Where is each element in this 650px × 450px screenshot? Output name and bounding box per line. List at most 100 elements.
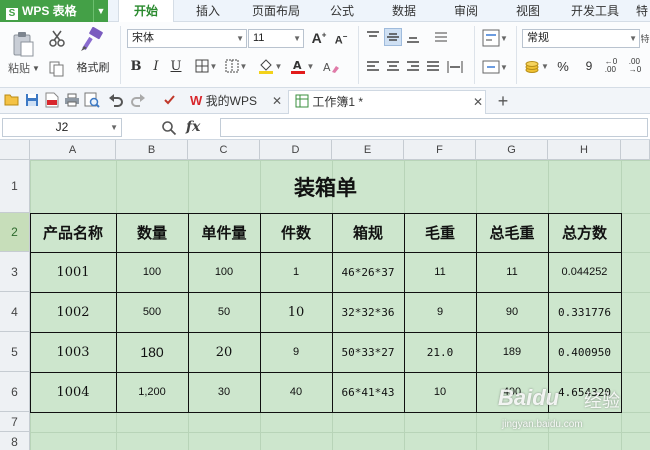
distribute-button[interactable]	[444, 58, 466, 76]
data-cell[interactable]: 1001	[30, 252, 116, 292]
data-cell[interactable]: 9	[260, 332, 332, 372]
cut-button[interactable]	[46, 28, 68, 50]
font-name-select[interactable]: 宋体 ▼	[127, 29, 247, 48]
undo-button[interactable]	[108, 93, 124, 109]
italic-button[interactable]: I	[147, 56, 165, 76]
number-format-select[interactable]: 常规 ▼	[522, 29, 640, 48]
align-center-button[interactable]	[384, 58, 402, 76]
data-cell[interactable]: 10	[404, 372, 476, 412]
ribbon-overflow[interactable]: 特	[640, 28, 650, 48]
header-cell[interactable]: 毛重	[404, 213, 476, 252]
data-cell[interactable]: 0.331776	[548, 292, 621, 332]
new-tab-button[interactable]: +	[494, 91, 512, 111]
row-header-7[interactable]: 7	[0, 412, 30, 432]
chevron-down-icon[interactable]: ▼	[93, 0, 108, 22]
header-cell[interactable]: 数量	[116, 213, 188, 252]
data-cell[interactable]: 11	[404, 252, 476, 292]
row-header-4[interactable]: 4	[0, 292, 30, 332]
data-cell[interactable]: 1,200	[116, 372, 188, 412]
currency-button[interactable]: ▼	[522, 56, 552, 76]
header-cell[interactable]: 总方数	[548, 213, 621, 252]
doc-tab-my-wps[interactable]: W 我的WPS ✕	[184, 90, 288, 114]
spreadsheet-grid[interactable]: A B C D E F G H 1 2 3 4 5 6 7 8 装箱单 产品名称 数量 单件量 件数 箱规 毛重 总毛重 总方数…	[0, 140, 650, 450]
data-cell[interactable]: 66*41*43	[332, 372, 404, 412]
data-cell[interactable]: 4.654320	[548, 372, 621, 412]
data-cell[interactable]: 500	[116, 292, 188, 332]
insert-function-button[interactable]: fx	[186, 119, 200, 135]
align-right-button[interactable]	[404, 58, 422, 76]
tab-data[interactable]: 数据	[380, 0, 428, 22]
data-cell[interactable]: 100	[188, 252, 260, 292]
header-cell[interactable]: 件数	[260, 213, 332, 252]
print-button[interactable]	[64, 93, 80, 109]
data-cell[interactable]: 30	[188, 372, 260, 412]
thousands-separator-button[interactable]: 9	[580, 56, 598, 76]
save-button[interactable]	[24, 93, 40, 109]
column-header-f[interactable]: F	[404, 140, 476, 160]
wrap-text-button[interactable]: ▼	[480, 26, 510, 50]
data-cell[interactable]: 100	[116, 252, 188, 292]
data-cell[interactable]: 1	[260, 252, 332, 292]
data-cell[interactable]: 0.400950	[548, 332, 621, 372]
data-cell[interactable]: 11	[476, 252, 548, 292]
export-pdf-button[interactable]	[44, 92, 60, 109]
decrease-decimal-button[interactable]: .00 →0	[624, 56, 646, 76]
data-cell[interactable]: 20	[188, 332, 260, 372]
doc-tab-workbook[interactable]: 工作簿1 * ✕	[288, 90, 486, 114]
data-cell[interactable]: 400	[476, 372, 548, 412]
align-bottom-button[interactable]	[404, 28, 422, 46]
bold-button[interactable]: B	[127, 56, 145, 76]
paste-button[interactable]	[6, 28, 40, 60]
data-cell[interactable]: 40	[260, 372, 332, 412]
increase-decimal-button[interactable]: ←0.00	[600, 56, 622, 76]
formula-input[interactable]	[220, 118, 648, 137]
percent-button[interactable]: %	[554, 56, 572, 76]
tab-formulas[interactable]: 公式	[320, 0, 364, 22]
header-cell[interactable]: 总毛重	[476, 213, 548, 252]
data-cell[interactable]: 46*26*37	[332, 252, 404, 292]
data-cell[interactable]: 1004	[30, 372, 116, 412]
copy-button[interactable]	[46, 58, 68, 80]
data-cell[interactable]: 1003	[30, 332, 116, 372]
tab-insert[interactable]: 插入	[182, 0, 234, 22]
borders-button[interactable]: ▼	[192, 56, 220, 76]
sheet-title-cell[interactable]: 装箱单	[30, 160, 621, 213]
column-header-d[interactable]: D	[260, 140, 332, 160]
column-header-g[interactable]: G	[476, 140, 548, 160]
orientation-button[interactable]	[432, 28, 450, 46]
row-header-1[interactable]: 1	[0, 160, 30, 213]
align-left-button[interactable]	[364, 58, 382, 76]
font-size-select[interactable]: 11 ▼	[248, 29, 304, 48]
app-menu-button[interactable]: S WPS 表格 ▼	[0, 0, 108, 22]
column-header-e[interactable]: E	[332, 140, 404, 160]
data-cell[interactable]: 189	[476, 332, 548, 372]
column-header-i[interactable]	[621, 140, 650, 160]
font-color-button[interactable]: A ▼	[288, 56, 316, 76]
name-box[interactable]: J2 ▼	[2, 118, 122, 137]
print-preview-button[interactable]	[84, 92, 100, 109]
row-header-8[interactable]: 8	[0, 432, 30, 450]
open-button[interactable]	[4, 93, 20, 109]
data-cell[interactable]: 10	[260, 292, 332, 332]
format-painter-button[interactable]	[76, 26, 106, 54]
tab-review[interactable]: 审阅	[442, 0, 490, 22]
tab-home[interactable]: 开始	[118, 0, 174, 23]
data-cell[interactable]: 9	[404, 292, 476, 332]
tab-special[interactable]: 特	[634, 0, 650, 22]
data-cell[interactable]: 50*33*27	[332, 332, 404, 372]
row-header-3[interactable]: 3	[0, 252, 30, 292]
row-header-5[interactable]: 5	[0, 332, 30, 372]
data-cell[interactable]: 0.044252	[548, 252, 621, 292]
paste-label[interactable]: 粘贴 ▼	[4, 60, 44, 76]
align-top-button[interactable]	[364, 28, 382, 46]
column-header-c[interactable]: C	[188, 140, 260, 160]
customize-toolbar-button[interactable]	[162, 93, 178, 109]
column-header-a[interactable]: A	[30, 140, 116, 160]
clear-format-button[interactable]: A	[320, 58, 342, 76]
merge-cells-button[interactable]: ▼	[222, 56, 250, 76]
data-cell[interactable]: 180	[116, 332, 188, 372]
header-cell[interactable]: 产品名称	[30, 213, 116, 252]
column-header-b[interactable]: B	[116, 140, 188, 160]
increase-font-button[interactable]: A+	[309, 28, 329, 48]
redo-button[interactable]	[130, 93, 146, 109]
